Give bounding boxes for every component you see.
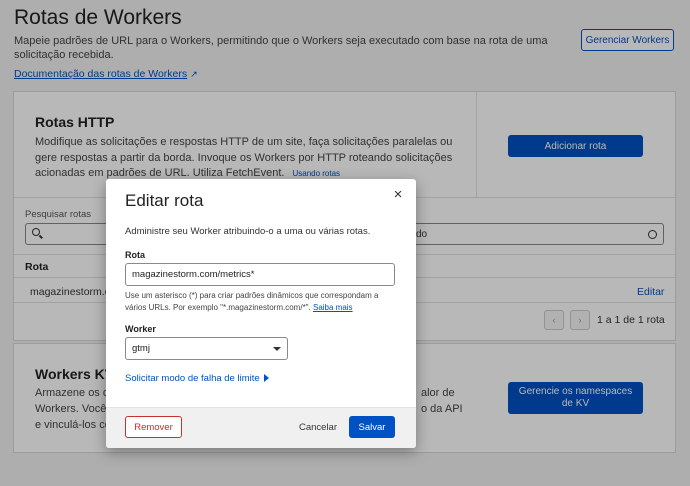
route-help-text: Use um asterisco (*) para criar padrões … <box>125 290 395 314</box>
limit-failure-mode-label[interactable]: Solicitar modo de falha de limite <box>125 373 260 384</box>
worker-select[interactable]: gtmj <box>125 337 288 360</box>
worker-field-label: Worker <box>125 324 156 334</box>
caret-down-icon <box>273 347 281 351</box>
remove-button[interactable]: Remover <box>125 416 182 438</box>
limit-failure-mode-link[interactable]: Solicitar modo de falha de limite <box>125 373 269 384</box>
modal-description: Administre seu Worker atribuindo-o a uma… <box>125 226 371 237</box>
close-icon[interactable]: × <box>390 187 406 203</box>
caret-right-icon <box>263 374 269 383</box>
route-input[interactable] <box>125 263 395 286</box>
save-button[interactable]: Salvar <box>349 416 395 438</box>
learn-more-link[interactable]: Saiba mais <box>313 303 353 312</box>
route-field-label: Rota <box>125 250 145 260</box>
worker-select-value: gtmj <box>132 343 150 354</box>
edit-route-modal: Editar rota × Administre seu Worker atri… <box>106 179 416 448</box>
modal-title: Editar rota <box>125 191 204 210</box>
cancel-button[interactable]: Cancelar <box>296 416 340 438</box>
modal-footer: Remover Cancelar Salvar <box>106 407 416 448</box>
